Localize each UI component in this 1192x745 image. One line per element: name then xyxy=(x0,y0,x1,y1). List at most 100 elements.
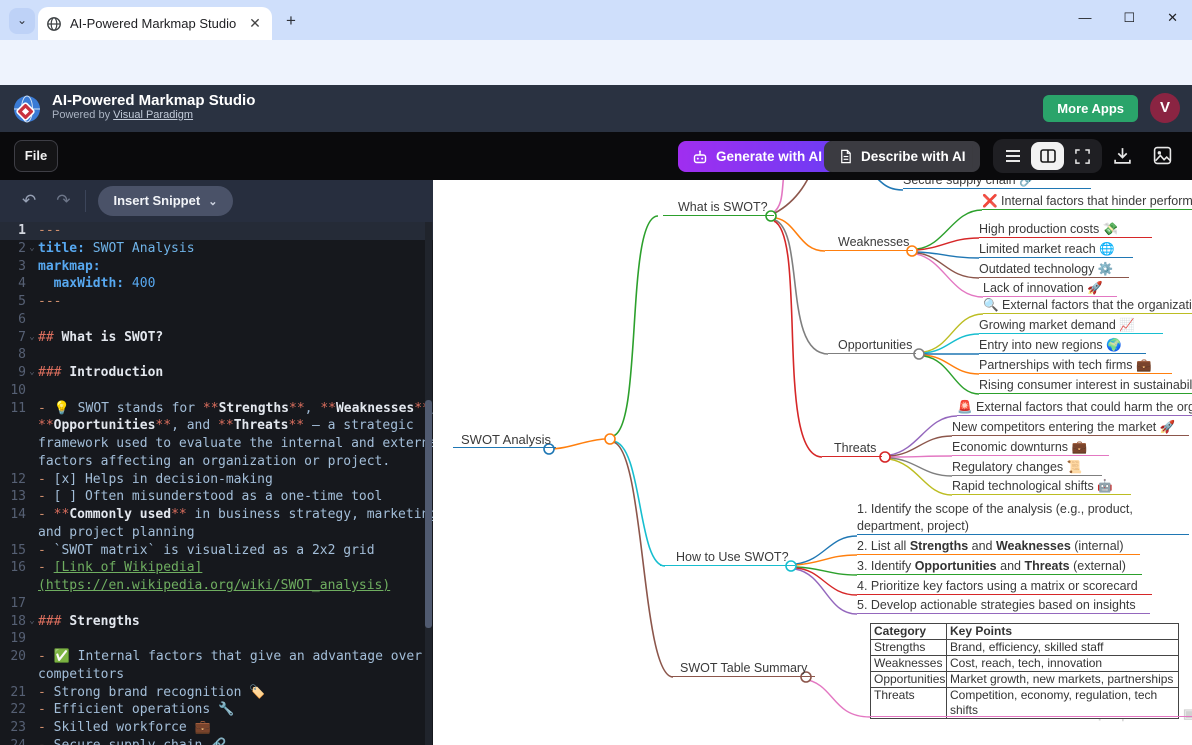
code-line[interactable]: 22- Efficient operations 🔧 xyxy=(0,701,433,719)
mindmap-node-opportunities[interactable]: Opportunities xyxy=(828,338,916,354)
line-number: 24 xyxy=(0,737,26,745)
mindmap-item[interactable]: Lack of innovation 🚀 xyxy=(983,281,1117,297)
browser-tab[interactable]: AI-Powered Markmap Studio ✕ xyxy=(38,7,272,40)
code-line[interactable]: 2⌄title: SWOT Analysis xyxy=(0,240,433,258)
visual-paradigm-link[interactable]: Visual Paradigm xyxy=(113,109,193,121)
code-line[interactable]: 21- Strong brand recognition 🏷️ xyxy=(0,684,433,702)
mindmap-item[interactable]: 4. Prioritize key factors using a matrix… xyxy=(857,579,1152,595)
fold-icon[interactable]: ⌄ xyxy=(26,240,38,258)
mindmap-node-weaknesses[interactable]: Weaknesses xyxy=(825,235,913,251)
code-line[interactable]: 23- Skilled workforce 💼 xyxy=(0,719,433,737)
window-minimize-button[interactable]: — xyxy=(1078,10,1091,26)
more-apps-button[interactable]: More Apps xyxy=(1043,95,1138,122)
mindmap-item[interactable]: High production costs 💸 xyxy=(979,222,1152,238)
code-line[interactable]: **Opportunities**, and **Threats** — a s… xyxy=(0,417,433,435)
code-line[interactable]: 16- [Link of Wikipedia] xyxy=(0,559,433,577)
code-line[interactable]: competitors xyxy=(0,666,433,684)
mindmap-node-how-to-use[interactable]: How to Use SWOT? xyxy=(660,550,795,566)
fullscreen-view-button[interactable] xyxy=(1066,142,1099,170)
chevron-down-icon: ⌄ xyxy=(208,196,217,208)
code-line[interactable]: 9⌄### Introduction xyxy=(0,364,433,382)
split-view-button[interactable] xyxy=(1031,142,1064,170)
code-line[interactable]: framework used to evaluate the internal … xyxy=(0,435,433,453)
mindmap-node-threats[interactable]: Threats xyxy=(822,441,882,457)
tab-search-button[interactable]: ⌄ xyxy=(9,8,35,34)
code-line[interactable]: 7⌄## What is SWOT? xyxy=(0,329,433,347)
code-line[interactable]: 1--- xyxy=(0,222,433,240)
code-line[interactable]: 12- [x] Helps in decision-making xyxy=(0,471,433,489)
mindmap-item[interactable]: 1. Identify the scope of the analysis (e… xyxy=(857,501,1189,535)
mindmap-item[interactable]: ❌ Internal factors that hinder performan… xyxy=(982,194,1192,210)
code-line[interactable]: factors affecting an organization or pro… xyxy=(0,453,433,471)
table-header-keypoints: Key Points xyxy=(947,624,1179,640)
fold-icon[interactable]: ⌄ xyxy=(26,329,38,347)
code-line[interactable]: 4 maxWidth: 400 xyxy=(0,275,433,293)
node-circle-hub[interactable] xyxy=(605,434,615,444)
editor-scrollbar[interactable] xyxy=(425,222,432,745)
code-line[interactable]: 6 xyxy=(0,311,433,329)
fold-gutter xyxy=(26,506,38,524)
code-line[interactable]: 20- ✅ Internal factors that give an adva… xyxy=(0,648,433,666)
mindmap-item[interactable]: New competitors entering the market 🚀 xyxy=(952,420,1189,436)
code-line[interactable]: 3markmap: xyxy=(0,258,433,276)
tab-close-icon[interactable]: ✕ xyxy=(246,15,264,32)
mindmap-item-secure-supply-chain[interactable]: Secure supply chain 🔗 xyxy=(903,180,1091,189)
outline-view-button[interactable] xyxy=(996,142,1029,170)
mindmap-item[interactable]: Partnerships with tech firms 💼 xyxy=(979,358,1172,374)
user-avatar[interactable]: V xyxy=(1150,93,1180,123)
browser-toolbar: ← → ⟳ ai-toolbox.visual-paradigm.com/app… xyxy=(0,40,1192,85)
insert-snippet-button[interactable]: Insert Snippet⌄ xyxy=(98,186,234,216)
fold-gutter xyxy=(26,293,38,311)
code-line[interactable]: 10 xyxy=(0,382,433,400)
mindmap-item[interactable]: 2. List all Strengths and Weaknesses (in… xyxy=(857,539,1140,555)
code-line[interactable]: 14- **Commonly used** in business strate… xyxy=(0,506,433,524)
mindmap-item[interactable]: 3. Identify Opportunities and Threats (e… xyxy=(857,559,1142,575)
mindmap-item[interactable]: Outdated technology ⚙️ xyxy=(979,262,1129,278)
code-line[interactable]: and project planning xyxy=(0,524,433,542)
fold-icon[interactable]: ⌄ xyxy=(26,364,38,382)
window-close-button[interactable]: ✕ xyxy=(1167,10,1178,26)
code-line[interactable]: 13- [ ] Often misunderstood as a one-tim… xyxy=(0,488,433,506)
export-image-icon[interactable] xyxy=(1153,146,1172,165)
line-number: 19 xyxy=(0,630,26,648)
fold-icon[interactable]: ⌄ xyxy=(26,613,38,631)
app-header: AI-Powered Markmap Studio Powered by Vis… xyxy=(0,85,1192,132)
fold-gutter xyxy=(26,648,38,666)
file-menu-button[interactable]: File xyxy=(14,140,58,172)
generate-with-ai-button[interactable]: Generate with AI xyxy=(678,141,836,172)
mindmap-canvas[interactable]: SWOT Analysis What is SWOT? Weaknesses O… xyxy=(433,180,1192,745)
code-line[interactable]: (https://en.wikipedia.org/wiki/SWOT_anal… xyxy=(0,577,433,595)
mindmap-item[interactable]: Rapid technological shifts 🤖 xyxy=(952,479,1131,495)
describe-with-ai-button[interactable]: Describe with AI xyxy=(824,141,980,172)
code-lines[interactable]: 1---2⌄title: SWOT Analysis3markmap:4 max… xyxy=(0,222,433,745)
code-line[interactable]: 8 xyxy=(0,346,433,364)
code-line[interactable]: 17 xyxy=(0,595,433,613)
mindmap-root-node[interactable]: SWOT Analysis xyxy=(453,432,556,448)
download-icon[interactable] xyxy=(1113,146,1132,165)
new-tab-button[interactable]: + xyxy=(286,11,296,31)
mindmap-item[interactable]: 🚨 External factors that could harm the o… xyxy=(957,400,1192,416)
mindmap-item[interactable]: 🔍 External factors that the organization… xyxy=(983,298,1192,314)
mindmap-item[interactable]: 5. Develop actionable strategies based o… xyxy=(857,598,1150,614)
mindmap-item[interactable]: Entry into new regions 🌍 xyxy=(979,338,1146,354)
code-line[interactable]: 11- 💡 SWOT stands for **Strengths**, **W… xyxy=(0,400,433,418)
fold-gutter xyxy=(26,382,38,400)
line-number: 18 xyxy=(0,613,26,631)
mindmap-node-what-is-swot[interactable]: What is SWOT? xyxy=(663,200,774,216)
mindmap-item[interactable]: Regulatory changes 📜 xyxy=(952,460,1102,476)
editor-scrollbar-thumb[interactable] xyxy=(425,400,432,628)
code-line[interactable]: 5--- xyxy=(0,293,433,311)
code-line[interactable]: 18⌄### Strengths xyxy=(0,613,433,631)
window-maximize-button[interactable]: ☐ xyxy=(1123,10,1135,26)
code-line[interactable]: 19 xyxy=(0,630,433,648)
code-line[interactable]: 15- `SWOT matrix` is visualized as a 2x2… xyxy=(0,542,433,560)
undo-button[interactable]: ↶ xyxy=(22,191,36,211)
redo-button[interactable]: ↷ xyxy=(56,191,70,211)
mindmap-item[interactable]: Rising consumer interest in sustainabili… xyxy=(979,378,1192,394)
mindmap-item[interactable]: Limited market reach 🌐 xyxy=(979,242,1133,258)
mindmap-node-table-summary[interactable]: SWOT Table Summary xyxy=(670,661,815,677)
code-line[interactable]: 24- Secure supply chain 🔗 xyxy=(0,737,433,745)
mindmap-item[interactable]: Growing market demand 📈 xyxy=(979,318,1163,334)
robot-icon xyxy=(692,149,708,165)
mindmap-item[interactable]: Economic downturns 💼 xyxy=(952,440,1109,456)
